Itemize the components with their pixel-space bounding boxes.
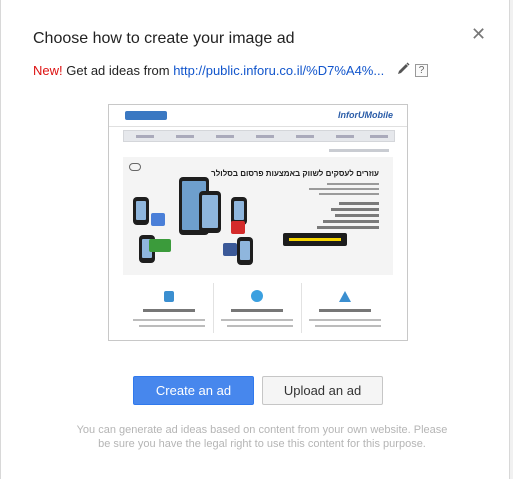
preview-banner: עוזרים לעסקים לשווק באמצעות פרסום בסלולר — [123, 157, 393, 275]
preview-cta — [283, 233, 347, 246]
help-icon[interactable]: ? — [415, 64, 428, 77]
pencil-icon[interactable] — [396, 61, 410, 77]
preview-nav — [123, 130, 395, 142]
create-image-ad-dialog: Choose how to create your image ad ✕ New… — [0, 0, 510, 479]
preview-headline: עוזרים לעסקים לשווק באמצעות פרסום בסלולר — [211, 169, 379, 178]
preview-header: InforUMobile — [109, 105, 407, 127]
preview-header-button — [125, 111, 167, 120]
upload-ad-button[interactable]: Upload an ad — [262, 376, 383, 405]
preview-breadcrumb — [329, 149, 389, 152]
preview-banner-icon — [129, 163, 141, 171]
website-preview-image: InforUMobile עוזרים לעסקים לשווק באמצעות… — [108, 104, 408, 341]
preview-features — [123, 283, 393, 339]
create-ad-button[interactable]: Create an ad — [133, 376, 254, 405]
source-url-link[interactable]: http://public.inforu.co.il/%D7%A4%... — [173, 63, 384, 78]
preview-logo: InforUMobile — [338, 110, 393, 120]
ad-ideas-text: Get ad ideas from — [66, 63, 170, 78]
close-icon[interactable]: ✕ — [471, 25, 486, 43]
dialog-title: Choose how to create your image ad — [33, 30, 295, 47]
legal-note: You can generate ad ideas based on conte… — [76, 424, 448, 450]
ad-ideas-line: New! Get ad ideas from http://public.inf… — [33, 63, 384, 78]
new-badge: New! — [33, 63, 63, 78]
